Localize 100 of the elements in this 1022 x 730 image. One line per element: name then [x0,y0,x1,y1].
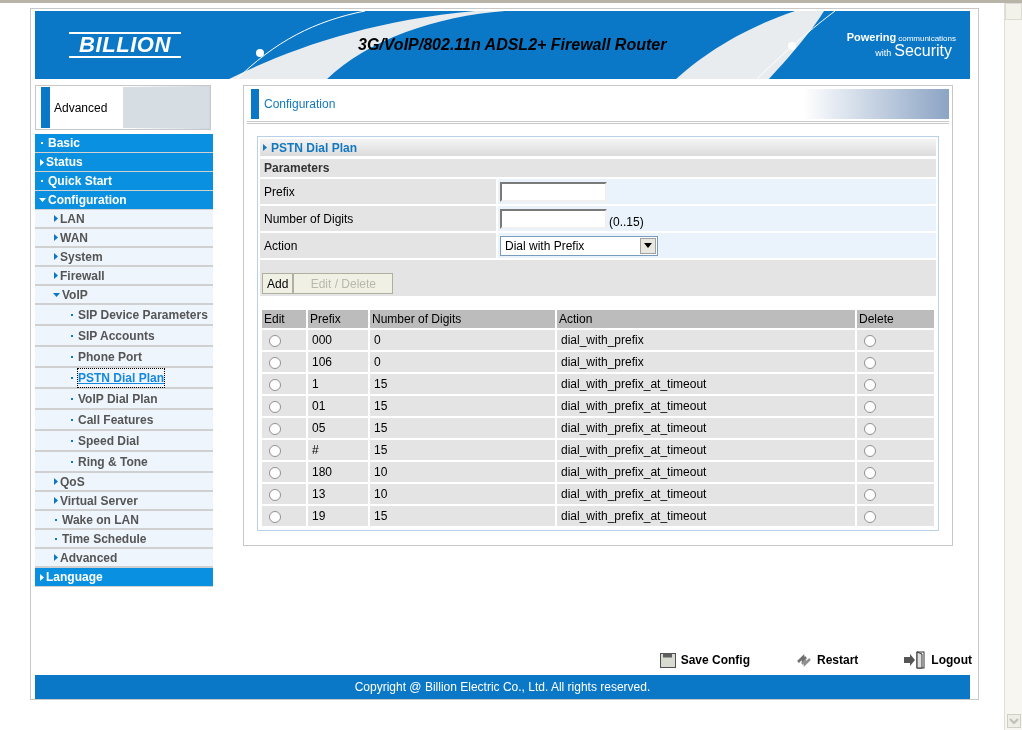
delete-radio[interactable] [864,445,876,458]
delete-radio[interactable] [864,511,876,524]
column-header: Delete [857,310,934,329]
delete-radio[interactable] [864,379,876,392]
edit-radio[interactable] [269,401,281,414]
nav-item[interactable]: Firewall [35,267,213,287]
nav-item[interactable]: System [35,248,213,268]
nav-item[interactable]: Phone Port [35,347,213,369]
table-cell: 19 [308,506,368,527]
collapsed-triangle-icon [54,234,58,242]
edit-radio[interactable] [269,423,281,436]
field-label: Action [260,233,496,259]
triangle-icon [263,144,267,152]
collapsed-triangle-icon [54,272,58,280]
collapsed-triangle-icon [54,253,58,261]
nav-item[interactable]: Language [35,568,213,588]
table-cell: 180 [308,462,368,483]
delete-radio[interactable] [864,423,876,436]
range-hint: (0..15) [609,213,644,231]
nav-item[interactable]: Time Schedule [35,530,213,550]
collapsed-triangle-icon [54,497,58,505]
edit-radio[interactable] [269,489,281,502]
delete-radio[interactable] [864,401,876,414]
table-cell: 000 [308,330,368,351]
edit-radio[interactable] [269,511,281,524]
collapsed-triangle-icon [54,554,58,562]
expanded-triangle-icon [39,198,46,203]
section-title: PSTN Dial Plan [271,139,358,157]
table-cell: dial_with_prefix_at_timeout [557,462,855,483]
column-header: Number of Digits [370,310,555,329]
nav-item[interactable]: Basic [35,134,213,154]
edit-radio[interactable] [269,379,281,392]
nav-item[interactable]: LAN [35,210,213,230]
table-cell: dial_with_prefix_at_timeout [557,506,855,527]
nav-item[interactable]: Status [35,153,213,173]
nav-item[interactable]: Quick Start [35,172,213,192]
table-cell: dial_with_prefix_at_timeout [557,440,855,461]
table-cell: 15 [370,418,555,439]
collapsed-triangle-icon [40,573,44,581]
nav-item[interactable]: QoS [35,473,213,493]
table-cell: 01 [308,396,368,417]
collapsed-triangle-icon [54,478,58,486]
table-cell: 15 [370,374,555,395]
tagline: communications [898,34,956,43]
table-cell: 15 [370,506,555,527]
table-cell: 0 [370,330,555,351]
collapsed-triangle-icon [40,158,44,166]
page-title: Configuration [264,95,336,113]
action-dropdown[interactable]: Dial with Prefix [500,235,658,256]
delete-radio[interactable] [864,335,876,348]
table-cell: dial_with_prefix_at_timeout [557,484,855,505]
table-cell: dial_with_prefix_at_timeout [557,418,855,439]
nav-item[interactable]: Virtual Server [35,492,213,512]
restart-link[interactable]: Restart [796,651,859,670]
delete-radio[interactable] [864,467,876,480]
input-field[interactable] [500,208,607,229]
edit-radio[interactable] [269,467,281,480]
parameters-heading: Parameters [260,159,936,178]
form-button[interactable]: Add [262,273,294,295]
nav-item[interactable]: WAN [35,229,213,249]
table-cell: 10 [370,484,555,505]
nav-item[interactable]: Speed Dial [35,431,213,453]
collapsed-triangle-icon [54,215,58,223]
column-header: Edit [262,310,306,329]
edit-radio[interactable] [269,357,281,370]
table-cell: dial_with_prefix [557,352,855,373]
logout-link[interactable]: Logout [904,651,972,670]
save-link[interactable]: Save Config [659,651,750,670]
field-label: Prefix [260,179,496,205]
field-label: Number of Digits [260,206,496,232]
table-cell: 15 [370,396,555,417]
table-cell: 05 [308,418,368,439]
scrollbar[interactable] [1004,3,1022,730]
restart-arrows-icon [796,652,812,668]
edit-radio[interactable] [269,335,281,348]
table-cell: 106 [308,352,368,373]
nav-item[interactable]: Ring & Tone [35,452,213,474]
tagline: Security [894,42,952,59]
input-field[interactable] [500,181,607,202]
nav-item[interactable]: PSTN Dial Plan [35,368,213,390]
delete-radio[interactable] [864,357,876,370]
table-cell: dial_with_prefix_at_timeout [557,396,855,417]
table-cell: dial_with_prefix [557,330,855,351]
nav-item[interactable]: VoIP [35,286,213,306]
nav-item[interactable]: Configuration [35,191,213,211]
column-header: Prefix [308,310,368,329]
table-cell: 10 [370,462,555,483]
table-cell: # [308,440,368,461]
nav-item[interactable]: SIP Device Parameters [35,305,213,327]
nav-item[interactable]: VoIP Dial Plan [35,389,213,411]
nav-item[interactable]: SIP Accounts [35,326,213,348]
nav-item[interactable]: Call Features [35,410,213,432]
scroll-down-icon[interactable] [1006,714,1021,728]
table-cell: 0 [370,352,555,373]
table-cell: 1 [308,374,368,395]
nav-item[interactable]: Wake on LAN [35,511,213,531]
delete-radio[interactable] [864,489,876,502]
nav-item[interactable]: Advanced [35,549,213,569]
tagline: with [875,48,892,58]
edit-radio[interactable] [269,445,281,458]
